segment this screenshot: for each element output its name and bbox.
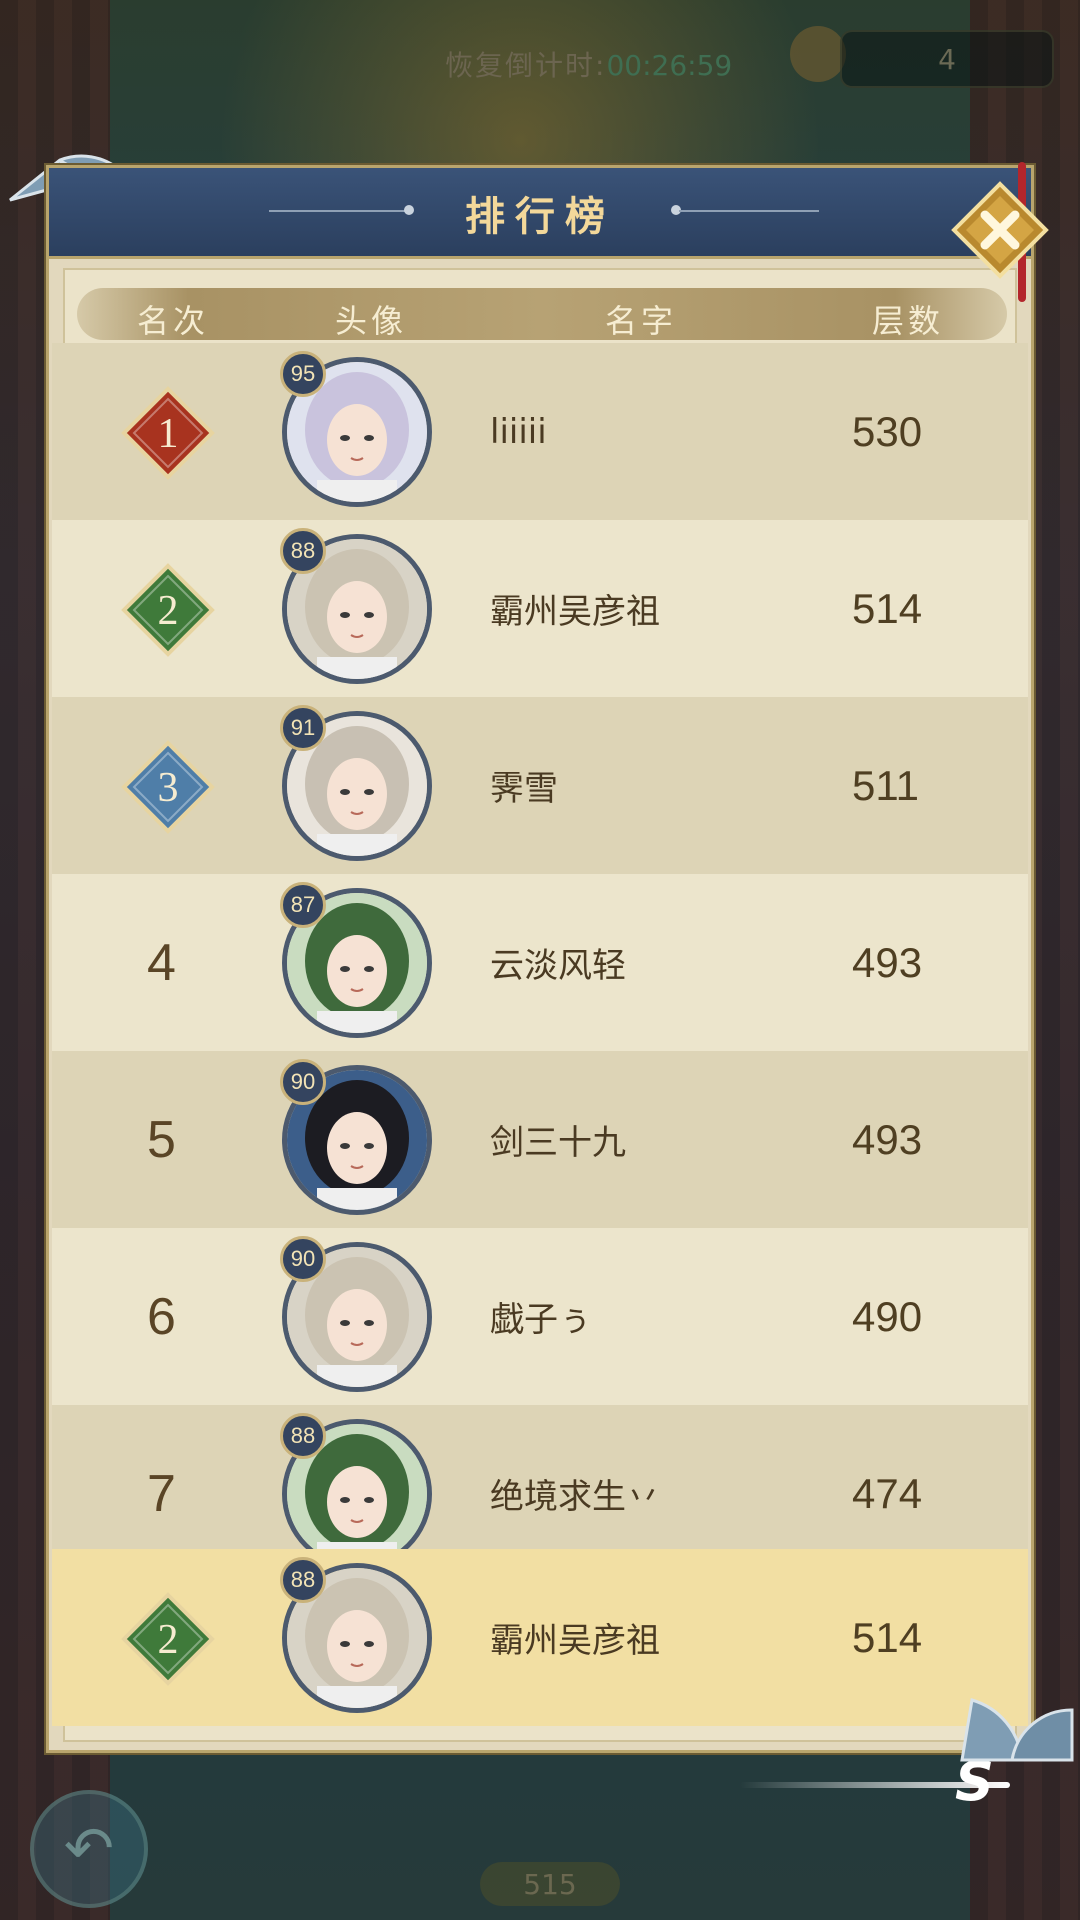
svg-text:2: 2 bbox=[158, 588, 179, 634]
rank-badge-icon: 2 bbox=[121, 563, 215, 657]
level-badge: 90 bbox=[280, 1236, 326, 1282]
column-name: 名字 bbox=[605, 302, 678, 340]
svg-text:1: 1 bbox=[158, 411, 179, 457]
avatar[interactable]: 88 bbox=[280, 1557, 432, 1713]
level-badge: 88 bbox=[280, 1413, 326, 1459]
recovery-countdown: 恢复倒计时:00:26:59 bbox=[445, 44, 732, 84]
rank-badge-icon: 2 bbox=[121, 1592, 215, 1686]
svg-text:3: 3 bbox=[158, 765, 179, 811]
rank-number: 4 bbox=[147, 933, 176, 992]
countdown-time: 00:26:59 bbox=[606, 49, 733, 82]
leaderboard-row[interactable]: 3 91 霁雪 511 bbox=[52, 697, 1028, 874]
avatar[interactable]: 90 bbox=[280, 1059, 432, 1215]
column-header: 名次 头像 名字 层数 bbox=[77, 288, 1007, 340]
avatar[interactable]: 90 bbox=[280, 1236, 432, 1392]
level-badge: 88 bbox=[280, 528, 326, 574]
back-button[interactable]: ↶ bbox=[30, 1790, 148, 1908]
player-name: 云淡风轻 bbox=[490, 946, 626, 986]
floor-count: 511 bbox=[852, 761, 919, 809]
fan-ornament-icon bbox=[960, 1698, 1074, 1762]
top-bar: 恢复倒计时:00:26:59 4 bbox=[0, 0, 1080, 120]
leaderboard-row[interactable]: 4 87 云淡风轻 493 bbox=[52, 874, 1028, 1051]
svg-text:2: 2 bbox=[158, 1617, 179, 1663]
avatar[interactable]: 87 bbox=[280, 882, 432, 1038]
modal-header: 排行榜 bbox=[49, 168, 1031, 259]
level-badge: 90 bbox=[280, 1059, 326, 1105]
avatar[interactable]: 88 bbox=[280, 528, 432, 684]
avatar[interactable]: 95 bbox=[280, 351, 432, 507]
column-rank: 名次 bbox=[137, 302, 210, 340]
key-icon[interactable] bbox=[790, 26, 846, 82]
rank-number: 6 bbox=[147, 1287, 176, 1346]
rank-badge: 1 bbox=[120, 385, 216, 481]
rank-badge-icon: 3 bbox=[121, 740, 215, 834]
column-floors: 层数 bbox=[872, 302, 945, 340]
level-badge: 88 bbox=[280, 1557, 326, 1603]
level-badge: 87 bbox=[280, 882, 326, 928]
player-name: 戯子ぅ bbox=[490, 1300, 592, 1340]
player-name: 剑三十九 bbox=[490, 1123, 626, 1163]
header-decoration bbox=[679, 210, 819, 212]
floor-count: 493 bbox=[852, 938, 923, 986]
close-button[interactable] bbox=[950, 180, 1050, 280]
current-floor-label: 515 bbox=[480, 1862, 620, 1906]
resource-counter: 4 bbox=[840, 30, 1054, 88]
player-name: 霁雪 bbox=[490, 769, 558, 809]
rank-badge: 3 bbox=[120, 739, 216, 835]
leaderboard-row[interactable]: 5 90 剑三十九 493 bbox=[52, 1051, 1028, 1228]
level-badge: 95 bbox=[280, 351, 326, 397]
leaderboard-row[interactable]: 1 95 liiiii 530 bbox=[52, 343, 1028, 520]
leaderboard-row[interactable]: 6 90 戯子ぅ 490 bbox=[52, 1228, 1028, 1405]
countdown-label: 恢复倒计时: bbox=[445, 49, 607, 82]
rank-badge: 2 bbox=[120, 562, 216, 658]
player-name: 霸州吴彦祖 bbox=[490, 1621, 660, 1661]
leaderboard-list[interactable]: 1 95 liiiii 530 2 88 霸州吴彦祖 514 3 91 霁雪 5… bbox=[46, 343, 1034, 1731]
modal-title: 排行榜 bbox=[465, 194, 615, 240]
avatar[interactable]: 88 bbox=[280, 1413, 432, 1569]
avatar[interactable]: 91 bbox=[280, 705, 432, 861]
floor-count: 493 bbox=[852, 1115, 923, 1163]
level-badge: 91 bbox=[280, 705, 326, 751]
floor-count: 514 bbox=[852, 1613, 923, 1661]
rank-number: 5 bbox=[147, 1110, 176, 1169]
player-name: 霸州吴彦祖 bbox=[490, 592, 660, 632]
player-name: liiiii bbox=[490, 411, 547, 452]
back-arrow-icon: ↶ bbox=[63, 1814, 115, 1884]
my-rank-row[interactable]: 2 88 霸州吴彦祖 514 bbox=[52, 1549, 1028, 1726]
leaderboard-row[interactable]: 2 88 霸州吴彦祖 514 bbox=[52, 520, 1028, 697]
floor-count: 514 bbox=[852, 584, 923, 632]
rank-badge: 2 bbox=[120, 1591, 216, 1687]
close-icon bbox=[951, 181, 1049, 279]
rank-badge-icon: 1 bbox=[121, 386, 215, 480]
column-avatar: 头像 bbox=[335, 302, 408, 340]
floor-count: 530 bbox=[852, 407, 923, 455]
floor-count: 490 bbox=[852, 1292, 923, 1340]
